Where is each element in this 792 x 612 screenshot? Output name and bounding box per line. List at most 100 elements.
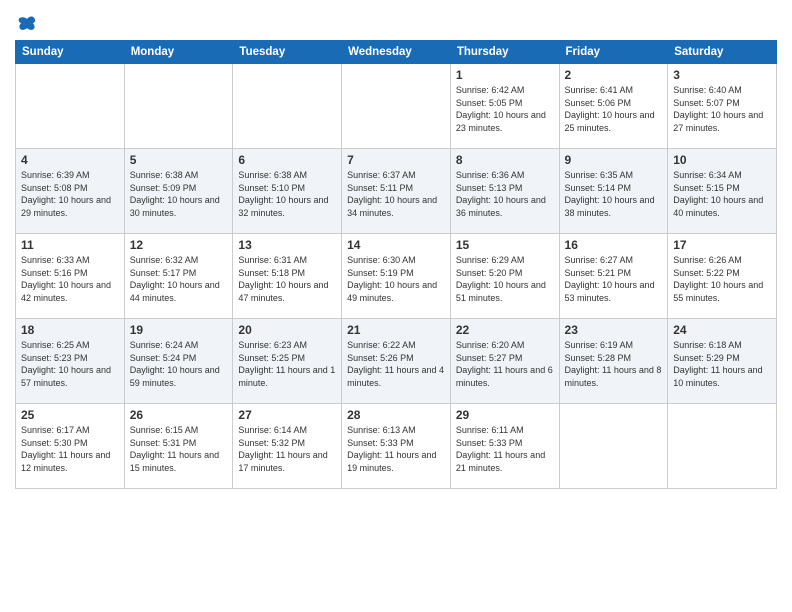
day-number: 8 [456, 153, 554, 167]
week-row-4: 18 Sunrise: 6:25 AMSunset: 5:23 PMDayligh… [16, 319, 777, 404]
calendar-cell [233, 64, 342, 149]
day-number: 23 [565, 323, 663, 337]
calendar-cell [16, 64, 125, 149]
calendar-cell: 14Sunrise: 6:30 AMSunset: 5:19 PMDayligh… [342, 234, 451, 319]
page-container: SundayMondayTuesdayWednesdayThursdayFrid… [0, 0, 792, 499]
day-info: Sunrise: 6:25 AMSunset: 5:23 PMDaylight:… [21, 339, 119, 389]
day-info: Sunrise: 6:26 AMSunset: 5:22 PMDaylight:… [673, 254, 771, 304]
day-info: Sunrise: 6:20 AMSunset: 5:27 PMDaylight:… [456, 339, 554, 389]
calendar-cell: 10 Sunrise: 6:34 AMSunset: 5:15 PMDayligh… [668, 149, 777, 234]
day-info: Sunrise: 6:33 AMSunset: 5:16 PMDaylight:… [21, 254, 119, 304]
calendar-cell: 7 Sunrise: 6:37 AMSunset: 5:11 PMDaylight… [342, 149, 451, 234]
calendar-cell: 22 Sunrise: 6:20 AMSunset: 5:27 PMDayligh… [450, 319, 559, 404]
day-info: Sunrise: 6:22 AMSunset: 5:26 PMDaylight:… [347, 339, 445, 389]
day-info: Sunrise: 6:39 AMSunset: 5:08 PMDaylight:… [21, 169, 119, 219]
calendar-cell: 19 Sunrise: 6:24 AMSunset: 5:24 PMDayligh… [124, 319, 233, 404]
calendar-cell: 17 Sunrise: 6:26 AMSunset: 5:22 PMDayligh… [668, 234, 777, 319]
calendar-header-row: SundayMondayTuesdayWednesdayThursdayFrid… [16, 41, 777, 64]
day-number: 18 [21, 323, 119, 337]
calendar-cell: 25 Sunrise: 6:17 AMSunset: 5:30 PMDayligh… [16, 404, 125, 489]
day-header-thursday: Thursday [450, 41, 559, 64]
day-number: 20 [238, 323, 336, 337]
day-header-friday: Friday [559, 41, 668, 64]
day-info: Sunrise: 6:41 AMSunset: 5:06 PMDaylight:… [565, 84, 663, 134]
day-info: Sunrise: 6:19 AMSunset: 5:28 PMDaylight:… [565, 339, 663, 389]
calendar-cell: 11 Sunrise: 6:33 AMSunset: 5:16 PMDayligh… [16, 234, 125, 319]
calendar-cell: 16 Sunrise: 6:27 AMSunset: 5:21 PMDayligh… [559, 234, 668, 319]
calendar-cell [124, 64, 233, 149]
week-row-1: 1 Sunrise: 6:42 AMSunset: 5:05 PMDaylight… [16, 64, 777, 149]
calendar-cell: 23 Sunrise: 6:19 AMSunset: 5:28 PMDayligh… [559, 319, 668, 404]
calendar-cell: 15Sunrise: 6:29 AMSunset: 5:20 PMDayligh… [450, 234, 559, 319]
day-info: Sunrise: 6:35 AMSunset: 5:14 PMDaylight:… [565, 169, 663, 219]
day-number: 5 [130, 153, 228, 167]
day-info: Sunrise: 6:23 AMSunset: 5:25 PMDaylight:… [238, 339, 336, 389]
day-info: Sunrise: 6:30 AMSunset: 5:19 PMDaylight:… [347, 254, 445, 304]
day-info: Sunrise: 6:31 AMSunset: 5:18 PMDaylight:… [238, 254, 336, 304]
day-number: 1 [456, 68, 554, 82]
calendar-cell: 28Sunrise: 6:13 AMSunset: 5:33 PMDayligh… [342, 404, 451, 489]
day-info: Sunrise: 6:14 AMSunset: 5:32 PMDaylight:… [238, 424, 336, 474]
day-header-monday: Monday [124, 41, 233, 64]
calendar-cell: 9 Sunrise: 6:35 AMSunset: 5:14 PMDaylight… [559, 149, 668, 234]
week-row-2: 4 Sunrise: 6:39 AMSunset: 5:08 PMDaylight… [16, 149, 777, 234]
calendar-cell: 12 Sunrise: 6:32 AMSunset: 5:17 PMDayligh… [124, 234, 233, 319]
day-info: Sunrise: 6:40 AMSunset: 5:07 PMDaylight:… [673, 84, 771, 134]
day-number: 17 [673, 238, 771, 252]
day-info: Sunrise: 6:11 AMSunset: 5:33 PMDaylight:… [456, 424, 554, 474]
day-info: Sunrise: 6:29 AMSunset: 5:20 PMDaylight:… [456, 254, 554, 304]
day-header-sunday: Sunday [16, 41, 125, 64]
week-row-3: 11 Sunrise: 6:33 AMSunset: 5:16 PMDayligh… [16, 234, 777, 319]
day-number: 12 [130, 238, 228, 252]
calendar-cell: 21 Sunrise: 6:22 AMSunset: 5:26 PMDayligh… [342, 319, 451, 404]
day-info: Sunrise: 6:17 AMSunset: 5:30 PMDaylight:… [21, 424, 119, 474]
calendar-cell: 24Sunrise: 6:18 AMSunset: 5:29 PMDayligh… [668, 319, 777, 404]
calendar-cell: 8 Sunrise: 6:36 AMSunset: 5:13 PMDaylight… [450, 149, 559, 234]
day-number: 10 [673, 153, 771, 167]
day-number: 25 [21, 408, 119, 422]
day-number: 4 [21, 153, 119, 167]
day-number: 28 [347, 408, 445, 422]
day-number: 3 [673, 68, 771, 82]
day-number: 9 [565, 153, 663, 167]
day-info: Sunrise: 6:38 AMSunset: 5:10 PMDaylight:… [238, 169, 336, 219]
day-info: Sunrise: 6:37 AMSunset: 5:11 PMDaylight:… [347, 169, 445, 219]
day-number: 7 [347, 153, 445, 167]
day-number: 19 [130, 323, 228, 337]
day-header-tuesday: Tuesday [233, 41, 342, 64]
calendar-cell: 27 Sunrise: 6:14 AMSunset: 5:32 PMDayligh… [233, 404, 342, 489]
day-number: 16 [565, 238, 663, 252]
calendar-cell: 20 Sunrise: 6:23 AMSunset: 5:25 PMDayligh… [233, 319, 342, 404]
day-info: Sunrise: 6:38 AMSunset: 5:09 PMDaylight:… [130, 169, 228, 219]
day-info: Sunrise: 6:42 AMSunset: 5:05 PMDaylight:… [456, 84, 554, 134]
day-info: Sunrise: 6:32 AMSunset: 5:17 PMDaylight:… [130, 254, 228, 304]
calendar-cell [342, 64, 451, 149]
calendar-cell: 29 Sunrise: 6:11 AMSunset: 5:33 PMDayligh… [450, 404, 559, 489]
calendar-cell [559, 404, 668, 489]
day-number: 29 [456, 408, 554, 422]
calendar-cell: 26 Sunrise: 6:15 AMSunset: 5:31 PMDayligh… [124, 404, 233, 489]
logo-bird-icon [17, 14, 37, 34]
calendar-table: SundayMondayTuesdayWednesdayThursdayFrid… [15, 40, 777, 489]
day-number: 6 [238, 153, 336, 167]
calendar-cell: 13 Sunrise: 6:31 AMSunset: 5:18 PMDayligh… [233, 234, 342, 319]
day-info: Sunrise: 6:15 AMSunset: 5:31 PMDaylight:… [130, 424, 228, 474]
day-number: 21 [347, 323, 445, 337]
calendar-cell: 3 Sunrise: 6:40 AMSunset: 5:07 PMDaylight… [668, 64, 777, 149]
day-number: 22 [456, 323, 554, 337]
day-info: Sunrise: 6:27 AMSunset: 5:21 PMDaylight:… [565, 254, 663, 304]
day-info: Sunrise: 6:24 AMSunset: 5:24 PMDaylight:… [130, 339, 228, 389]
day-number: 27 [238, 408, 336, 422]
logo [15, 14, 37, 34]
week-row-5: 25 Sunrise: 6:17 AMSunset: 5:30 PMDayligh… [16, 404, 777, 489]
day-info: Sunrise: 6:34 AMSunset: 5:15 PMDaylight:… [673, 169, 771, 219]
day-info: Sunrise: 6:18 AMSunset: 5:29 PMDaylight:… [673, 339, 771, 389]
day-header-wednesday: Wednesday [342, 41, 451, 64]
calendar-cell: 18 Sunrise: 6:25 AMSunset: 5:23 PMDayligh… [16, 319, 125, 404]
day-number: 13 [238, 238, 336, 252]
day-number: 2 [565, 68, 663, 82]
day-number: 26 [130, 408, 228, 422]
day-info: Sunrise: 6:36 AMSunset: 5:13 PMDaylight:… [456, 169, 554, 219]
day-number: 11 [21, 238, 119, 252]
day-header-saturday: Saturday [668, 41, 777, 64]
